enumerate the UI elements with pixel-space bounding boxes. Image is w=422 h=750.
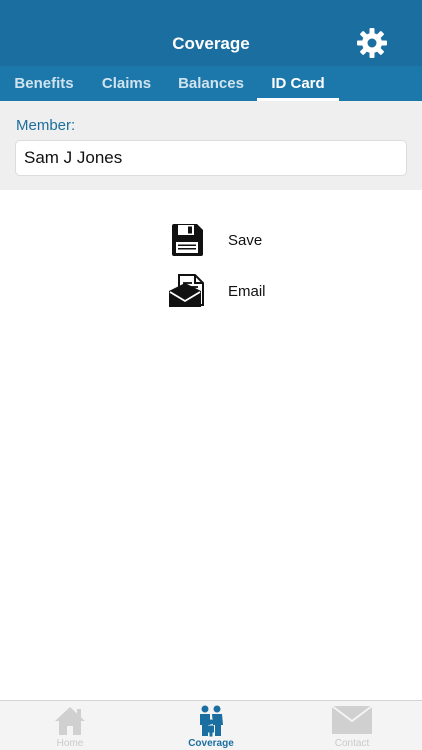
tab-benefits[interactable]: Benefits <box>0 66 88 101</box>
floppy-disk-icon <box>172 224 203 256</box>
email-label: Email <box>228 282 266 300</box>
tab-label: Claims <box>101 75 152 92</box>
mail-icon <box>331 705 373 734</box>
tab-claims[interactable]: Claims <box>88 66 165 101</box>
envelope-document-icon <box>169 274 204 307</box>
nav-contact[interactable]: Contact <box>302 701 402 750</box>
tab-balances[interactable]: Balances <box>165 66 257 101</box>
nav-coverage[interactable]: Coverage <box>161 701 261 750</box>
save-label: Save <box>228 231 263 249</box>
nav-home-label: Home <box>56 738 84 749</box>
member-select[interactable]: Sam J Jones <box>15 140 407 176</box>
family-icon <box>200 705 223 737</box>
app-header: Coverage <box>0 0 422 66</box>
nav-contact-label: Contact <box>334 738 370 749</box>
tab-label: Benefits <box>14 75 74 92</box>
bottom-nav: Home Coverage Contact <box>0 700 422 750</box>
member-label: Member: <box>16 117 76 134</box>
tab-label: ID Card <box>271 75 325 92</box>
save-button[interactable]: Save <box>166 220 262 260</box>
email-button[interactable]: Email <box>166 271 266 311</box>
tab-bar: Benefits Claims Balances ID Card <box>0 66 422 101</box>
member-section: Member: Sam J Jones <box>0 101 422 190</box>
nav-home[interactable]: Home <box>20 701 120 750</box>
settings-button[interactable] <box>356 27 388 59</box>
tab-id-card[interactable]: ID Card <box>257 66 339 101</box>
nav-coverage-label: Coverage <box>188 738 234 749</box>
home-icon <box>55 707 85 735</box>
gear-icon <box>357 28 387 58</box>
tab-label: Balances <box>178 75 244 92</box>
